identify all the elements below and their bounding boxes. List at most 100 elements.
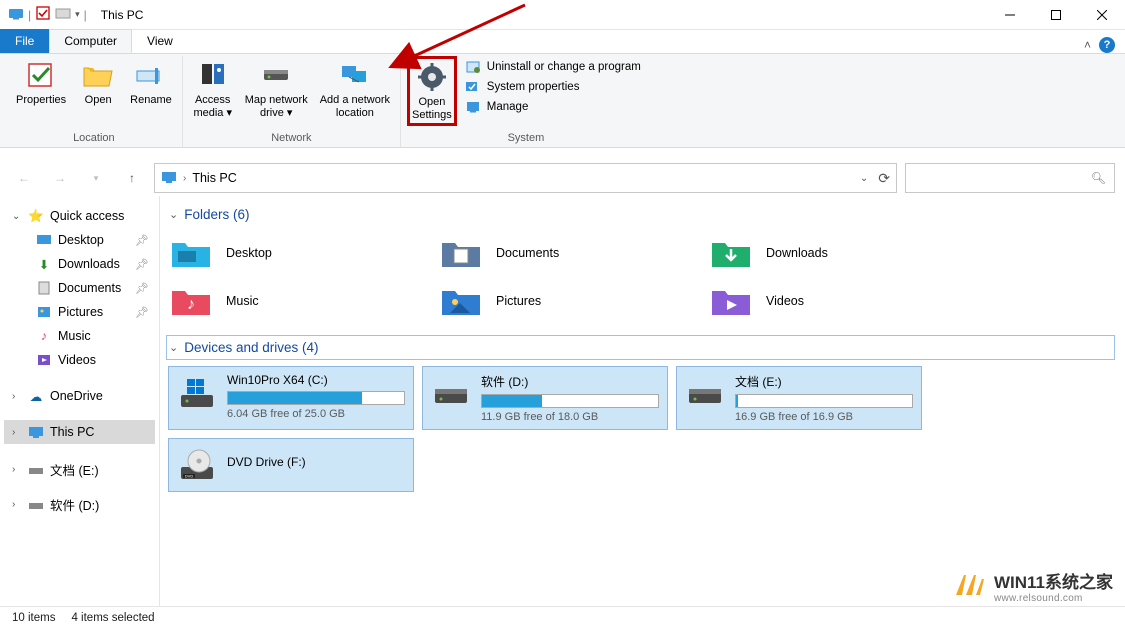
pin-icon: 📌︎	[135, 234, 149, 247]
folder-videos[interactable]: Videos	[708, 281, 938, 321]
forward-button[interactable]: →	[46, 164, 74, 192]
music-folder-icon: ♪	[170, 283, 212, 319]
content-area: ⌄ Folders (6) Desktop Documents Download…	[160, 196, 1125, 606]
watermark-logo-icon	[952, 569, 986, 603]
history-dropdown[interactable]: ▾	[82, 164, 110, 192]
status-selected-count: 4 items selected	[71, 612, 154, 624]
nav-onedrive[interactable]: ›☁OneDrive	[4, 384, 155, 408]
downloads-folder-icon	[710, 235, 752, 271]
chevron-right-icon[interactable]: ›	[12, 499, 22, 510]
uninstall-icon	[465, 59, 481, 75]
help-icon[interactable]: ?	[1099, 37, 1115, 53]
tab-view[interactable]: View	[132, 29, 188, 53]
map-network-drive-button[interactable]: Map network drive ▾	[241, 56, 312, 120]
drive-f-dvd[interactable]: DVD DVD Drive (F:)	[168, 438, 414, 492]
add-network-icon	[338, 58, 372, 92]
settings-gear-icon	[415, 60, 449, 94]
folder-downloads[interactable]: Downloads	[708, 233, 938, 273]
status-bar: 10 items 4 items selected	[0, 606, 1125, 628]
manage-button[interactable]: Manage	[461, 98, 645, 116]
folders-section-header[interactable]: ⌄ Folders (6)	[166, 202, 1115, 227]
usage-bar	[735, 394, 913, 408]
uninstall-program-button[interactable]: Uninstall or change a program	[461, 58, 645, 76]
rename-icon	[134, 58, 168, 92]
drive-e[interactable]: 文档 (E:)16.9 GB free of 16.9 GB	[676, 366, 922, 430]
chevron-right-icon[interactable]: ›	[12, 391, 22, 402]
qat-folder-icon[interactable]	[55, 5, 71, 24]
videos-icon	[36, 352, 52, 368]
open-button[interactable]: Open	[74, 56, 122, 107]
maximize-button[interactable]	[1033, 0, 1079, 30]
pictures-icon	[36, 304, 52, 320]
watermark: WIN11系统之家 www.relsound.com	[952, 568, 1113, 604]
properties-button[interactable]: Properties	[12, 56, 70, 107]
folder-documents[interactable]: Documents	[438, 233, 668, 273]
qat-dropdown-icon[interactable]: ▾	[75, 9, 80, 20]
star-icon: ⭐	[28, 208, 44, 224]
drive-d[interactable]: 软件 (D:)11.9 GB free of 18.0 GB	[422, 366, 668, 430]
qat-separator: |	[84, 8, 87, 22]
refresh-icon[interactable]: ⟳	[878, 170, 890, 187]
title-bar: | ▾ | This PC	[0, 0, 1125, 30]
open-settings-button[interactable]: Open Settings	[407, 56, 457, 126]
chevron-down-icon[interactable]: ⌄	[12, 211, 22, 222]
nav-drive-e[interactable]: ›文档 (E:)	[4, 456, 155, 483]
status-item-count: 10 items	[12, 612, 55, 624]
folder-music[interactable]: ♪Music	[168, 281, 398, 321]
tab-file[interactable]: File	[0, 29, 49, 53]
close-button[interactable]	[1079, 0, 1125, 30]
nav-videos[interactable]: Videos	[4, 348, 155, 372]
nav-music[interactable]: ♪Music	[4, 324, 155, 348]
chevron-down-icon: ⌄	[169, 208, 178, 221]
svg-text:DVD: DVD	[185, 474, 194, 479]
navigation-pane: ⌄ ⭐ Quick access Desktop📌︎ ⬇Downloads📌︎ …	[0, 196, 160, 606]
pc-icon	[28, 424, 44, 440]
add-network-location-button[interactable]: Add a network location	[316, 56, 394, 120]
ribbon-group-system: Open Settings Uninstall or change a prog…	[401, 56, 651, 147]
qat-properties-icon[interactable]	[35, 5, 51, 24]
nav-drive-d[interactable]: ›软件 (D:)	[4, 491, 155, 518]
media-server-icon	[196, 58, 230, 92]
search-input[interactable]: 🔍︎	[905, 163, 1115, 193]
cloud-icon: ☁	[28, 388, 44, 404]
address-dropdown-icon[interactable]: ⌄	[860, 173, 868, 184]
manage-icon	[465, 99, 481, 115]
back-button[interactable]: ←	[10, 164, 38, 192]
chevron-right-icon[interactable]: ›	[12, 464, 22, 475]
chevron-right-icon[interactable]: ›	[12, 427, 22, 438]
breadcrumb-root[interactable]: This PC	[192, 171, 236, 185]
access-media-button[interactable]: Access media ▾	[189, 56, 237, 120]
pin-icon: 📌︎	[135, 306, 149, 319]
up-button[interactable]: ↑	[118, 164, 146, 192]
minimize-button[interactable]	[987, 0, 1033, 30]
network-drive-icon	[259, 58, 293, 92]
rename-button[interactable]: Rename	[126, 56, 176, 107]
hdd-drive-icon	[685, 373, 725, 413]
nav-pictures[interactable]: Pictures📌︎	[4, 300, 155, 324]
nav-documents[interactable]: Documents📌︎	[4, 276, 155, 300]
address-chevron-icon[interactable]: ›	[183, 173, 186, 184]
desktop-folder-icon	[170, 235, 212, 271]
drives-section-header[interactable]: ⌄ Devices and drives (4)	[166, 335, 1115, 360]
folder-desktop[interactable]: Desktop	[168, 233, 398, 273]
quick-access-toolbar: | ▾ |	[0, 5, 95, 24]
svg-text:♪: ♪	[187, 296, 195, 313]
drive-icon	[28, 497, 44, 513]
tab-computer[interactable]: Computer	[49, 29, 132, 53]
nav-this-pc[interactable]: ›This PC	[4, 420, 155, 444]
nav-downloads[interactable]: ⬇Downloads📌︎	[4, 252, 155, 276]
ribbon-collapse-icon[interactable]: ˄	[1084, 38, 1091, 52]
window-title: This PC	[95, 8, 144, 22]
music-icon: ♪	[36, 328, 52, 344]
system-properties-button[interactable]: System properties	[461, 78, 645, 96]
address-bar[interactable]: › This PC ⌄ ⟳	[154, 163, 897, 193]
drive-c[interactable]: Win10Pro X64 (C:)6.04 GB free of 25.0 GB	[168, 366, 414, 430]
os-drive-icon	[177, 373, 217, 413]
nav-desktop[interactable]: Desktop📌︎	[4, 228, 155, 252]
desktop-icon	[36, 232, 52, 248]
navigation-bar: ← → ▾ ↑ › This PC ⌄ ⟳ 🔍︎	[0, 160, 1125, 196]
usage-bar	[481, 394, 659, 408]
usage-bar	[227, 391, 405, 405]
folder-pictures[interactable]: Pictures	[438, 281, 668, 321]
nav-quick-access[interactable]: ⌄ ⭐ Quick access	[4, 204, 155, 228]
